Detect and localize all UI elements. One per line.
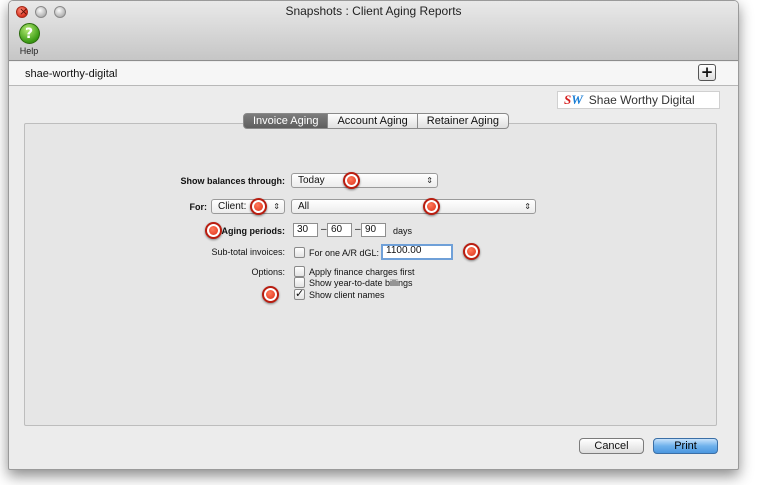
apply-finance-charges-label: Apply finance charges first xyxy=(309,267,415,277)
annotation-marker xyxy=(423,198,440,215)
for-target-select[interactable]: All ⇕ xyxy=(291,199,536,214)
updown-arrow-icon: ⇕ xyxy=(426,176,433,185)
subtotal-gl-input[interactable]: 1100.00 xyxy=(381,244,453,260)
aging-separator: – xyxy=(321,224,327,235)
help-icon: ? xyxy=(18,23,40,44)
annotation-marker xyxy=(343,172,360,189)
tab-invoice-aging[interactable]: Invoice Aging xyxy=(243,113,329,129)
annotation-marker xyxy=(262,286,279,303)
logo-mark: SW xyxy=(564,92,583,107)
updown-arrow-icon: ⇕ xyxy=(524,202,531,211)
aging-period-3-input[interactable]: 90 xyxy=(361,223,386,237)
help-button[interactable]: ? Help xyxy=(16,23,42,56)
for-type-select[interactable]: Client: ⇕ xyxy=(211,199,285,214)
title-bar: Snapshots : Client Aging Reports ? Help xyxy=(9,1,738,61)
annotation-marker xyxy=(205,222,222,239)
tab-retainer-aging[interactable]: Retainer Aging xyxy=(417,113,509,129)
for-type-value: Client: xyxy=(218,201,247,212)
show-balances-value: Today xyxy=(298,175,325,186)
subtotal-checkbox[interactable] xyxy=(294,247,305,258)
aging-period-2-input[interactable]: 60 xyxy=(327,223,352,237)
annotation-marker xyxy=(250,198,267,215)
tab-account-aging[interactable]: Account Aging xyxy=(328,113,418,129)
annotation-marker xyxy=(463,243,480,260)
add-button[interactable]: + xyxy=(698,64,716,81)
show-ytd-billings-label: Show year-to-date billings xyxy=(309,278,413,288)
logo-text: Shae Worthy Digital xyxy=(588,93,695,107)
help-label: Help xyxy=(19,46,39,56)
app-window: Snapshots : Client Aging Reports ? Help … xyxy=(8,0,739,470)
cancel-button[interactable]: Cancel xyxy=(579,438,644,454)
show-balances-label: Show balances through: xyxy=(180,176,285,186)
for-target-value: All xyxy=(298,201,310,212)
subtotal-checkbox-label: For one A/R dGL: xyxy=(309,248,380,258)
show-client-names-label: Show client names xyxy=(309,290,385,300)
for-label: For: xyxy=(189,202,208,212)
show-client-names-checkbox[interactable] xyxy=(294,287,305,300)
aging-period-1-input[interactable]: 30 xyxy=(293,223,318,237)
apply-finance-charges-checkbox[interactable] xyxy=(294,266,305,277)
client-header-bar: shae-worthy-digital + xyxy=(9,62,738,86)
client-name: shae-worthy-digital xyxy=(25,68,118,80)
company-logo: SW Shae Worthy Digital xyxy=(557,91,720,109)
window-title: Snapshots : Client Aging Reports xyxy=(285,4,462,18)
aging-separator: – xyxy=(355,224,361,235)
aging-unit-label: days xyxy=(393,226,413,236)
subtotal-label: Sub-total invoices: xyxy=(211,247,285,257)
updown-arrow-icon: ⇕ xyxy=(273,202,280,211)
aging-periods-label: Aging periods: xyxy=(221,226,286,236)
show-balances-select[interactable]: Today ⇕ xyxy=(291,173,438,188)
options-label: Options: xyxy=(251,267,285,277)
report-type-tabs: Invoice Aging Account Aging Retainer Agi… xyxy=(243,113,509,129)
print-button[interactable]: Print xyxy=(653,438,718,454)
